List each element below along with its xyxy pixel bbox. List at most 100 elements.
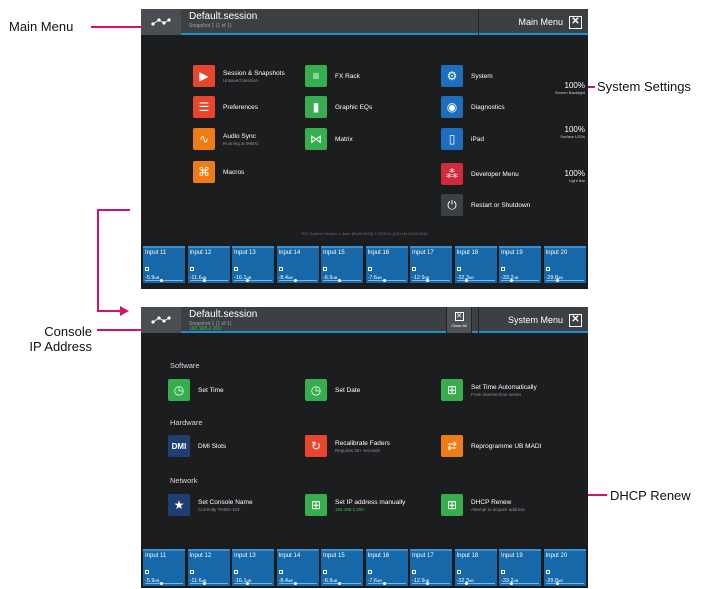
- menu-tile-graphic-eqs[interactable]: ▮ Graphic EQs: [305, 96, 372, 118]
- fader-knob[interactable]: [338, 582, 342, 585]
- main-menu-screen: Default.session Snapshot 1 (1 of 1) Main…: [141, 9, 588, 289]
- menu-tile-macros[interactable]: ⌘ Macros: [193, 161, 244, 183]
- fader-knob[interactable]: [160, 582, 164, 585]
- channel-input[interactable]: Input 19 -33.2dB: [499, 549, 541, 586]
- menu-tile-set-console-name[interactable]: ★ Set Console Name Currently 'PABO-124': [168, 494, 253, 516]
- channel-name: Input 18: [456, 553, 479, 559]
- fader-knob[interactable]: [555, 279, 559, 282]
- menu-tile-restart-or-shutdown[interactable]: ⏻ Restart or Shutdown: [441, 194, 530, 216]
- fader-knob[interactable]: [382, 582, 386, 585]
- channel-input[interactable]: Input 13 -16.1dB: [232, 246, 274, 283]
- fader-knob[interactable]: [465, 582, 468, 585]
- menu-tile-session-snapshots[interactable]: ▶ Session & Snapshots Unsaved Session: [193, 65, 285, 87]
- channel-input[interactable]: Input 15 -6.9dB: [321, 549, 363, 586]
- fader-knob[interactable]: [245, 279, 249, 282]
- main-menu-title: Main Menu ✕: [478, 9, 588, 35]
- tile-label: Set Console Name: [198, 498, 253, 506]
- fader-knob[interactable]: [293, 582, 297, 585]
- fader-knob[interactable]: [425, 279, 429, 282]
- ipad-icon: ▯: [441, 128, 463, 150]
- channel-input[interactable]: Input 11 -5.9dB: [143, 246, 185, 283]
- menu-tile-matrix[interactable]: ⋈ Matrix: [305, 128, 353, 150]
- channel-input[interactable]: Input 20 -29.8dB: [543, 549, 586, 586]
- menu-tile-reprogramme-ub-madi[interactable]: ⇄ Reprogramme UB MADI: [441, 435, 541, 457]
- tile-text: Reprogramme UB MADI: [471, 443, 541, 450]
- callout-console-ip-line1: Console: [44, 324, 92, 339]
- fader-knob[interactable]: [160, 279, 164, 282]
- close-icon[interactable]: ✕: [569, 15, 582, 29]
- channel-input[interactable]: Input 14 -8.4dB: [276, 246, 319, 283]
- channel-input[interactable]: Input 20 -29.8dB: [543, 246, 586, 283]
- channel-input[interactable]: Input 11 -5.9dB: [143, 549, 185, 586]
- menu-tile-dhcp-renew[interactable]: ⊞ DHCP Renew Attempt to acquire address: [441, 494, 525, 516]
- channel-name: Input 15: [323, 250, 345, 256]
- channel-strip: Input 11 -5.9dB Input 12 -11.6dB Input 13 -16…: [141, 546, 588, 588]
- fader-track: [278, 583, 317, 584]
- section-hardware: Hardware: [170, 418, 203, 427]
- channel-input[interactable]: Input 14 -8.4dB: [276, 549, 319, 586]
- fader-track: [323, 280, 361, 281]
- tile-text: Set Time Automatically From internet time…: [471, 384, 537, 397]
- menu-tile-recalibrate-faders[interactable]: ↻ Recalibrate Faders Requires 30+ seconds: [305, 435, 390, 457]
- channel-input[interactable]: Input 17 -12.9dB: [410, 246, 452, 283]
- fader-knob[interactable]: [555, 582, 559, 585]
- fader-knob[interactable]: [509, 279, 513, 282]
- fader-knob[interactable]: [465, 279, 468, 282]
- menu-tile-ipad[interactable]: ▯ iPad: [441, 128, 484, 150]
- level-screen-backlight: 100% Screen Backlight: [555, 81, 585, 95]
- channel-input[interactable]: Input 18 -32.3dB: [454, 549, 497, 586]
- channel-input[interactable]: Input 15 -6.9dB: [321, 246, 363, 283]
- menu-tile-fx-rack[interactable]: ≡ FX Rack: [305, 65, 360, 87]
- fader-knob[interactable]: [203, 582, 207, 585]
- channel-input[interactable]: Input 19 -33.2dB: [499, 246, 541, 283]
- channel-input[interactable]: Input 16 -7.6dB: [365, 549, 408, 586]
- menu-tile-diagnostics[interactable]: ◉ Diagnostics: [441, 96, 505, 118]
- fader-knob[interactable]: [509, 582, 513, 585]
- fader-knob[interactable]: [382, 279, 386, 282]
- tile-text: Set Time: [198, 387, 224, 394]
- tile-label: Matrix: [335, 135, 353, 143]
- menu-tile-set-date[interactable]: ◷ Set Date: [305, 379, 360, 401]
- menu-tile-dmi-slots[interactable]: DMI DMI Slots: [168, 435, 226, 457]
- level-light-bar: 100% Light Bar: [565, 169, 585, 183]
- tile-label: Set Time Automatically: [471, 383, 537, 391]
- menu-tile-set-time-automatically[interactable]: ⊞ Set Time Automatically From internet tim…: [441, 379, 537, 401]
- fader-knob[interactable]: [425, 582, 429, 585]
- fader-track: [412, 583, 450, 584]
- menu-tile-preferences[interactable]: ☰ Preferences: [193, 96, 258, 118]
- tile-text: Diagnostics: [471, 104, 505, 111]
- graphic-eq-icon: ▮: [305, 96, 327, 118]
- fader-track: [189, 583, 228, 584]
- channel-input[interactable]: Input 13 -16.1dB: [232, 549, 274, 586]
- channel-select-icon: [145, 267, 149, 271]
- menu-tile-system[interactable]: ⚙ System: [441, 65, 493, 87]
- callout-system-settings: System Settings: [597, 79, 691, 94]
- menu-tile-audio-sync[interactable]: ∿ Audio Sync Running at 96kHz: [193, 128, 259, 150]
- tile-text: Set Date: [335, 387, 360, 394]
- fader-knob[interactable]: [245, 582, 249, 585]
- menu-tile-set-ip-address-manually[interactable]: ⊞ Set IP address manually 192.168.2.200: [305, 494, 405, 516]
- menu-logo-button[interactable]: [141, 307, 181, 333]
- fader-knob[interactable]: [338, 279, 342, 282]
- channel-input[interactable]: Input 17 -12.9dB: [410, 549, 452, 586]
- tile-label: Graphic EQs: [335, 103, 373, 111]
- close-all-button[interactable]: ✕ Close All: [446, 307, 472, 333]
- channel-input[interactable]: Input 18 -32.3dB: [454, 246, 497, 283]
- channel-input[interactable]: Input 12 -11.6dB: [187, 549, 230, 586]
- channel-select-icon: [323, 267, 327, 271]
- fader-knob[interactable]: [293, 279, 297, 282]
- channel-name: Input 16: [367, 250, 390, 256]
- menu-tile-developer-menu[interactable]: ⁂ Developer Menu: [441, 163, 519, 185]
- channel-select-icon: [501, 570, 505, 574]
- menu-logo-button[interactable]: [141, 9, 181, 35]
- channel-select-icon: [456, 267, 461, 271]
- fader-knob[interactable]: [203, 279, 207, 282]
- channel-input[interactable]: Input 12 -11.6dB: [187, 246, 230, 283]
- menu-tile-set-time[interactable]: ◷ Set Time: [168, 379, 224, 401]
- close-icon[interactable]: ✕: [569, 313, 582, 327]
- channel-input[interactable]: Input 16 -7.6dB: [365, 246, 408, 283]
- main-menu-label: Main Menu: [518, 17, 563, 27]
- audio-sync-icon: ∿: [193, 128, 215, 150]
- channel-strip: Input 11 -5.9dB Input 12 -11.6dB Input 13 -16…: [141, 243, 588, 285]
- tile-subtitle: Currently 'PABO-124': [198, 506, 241, 512]
